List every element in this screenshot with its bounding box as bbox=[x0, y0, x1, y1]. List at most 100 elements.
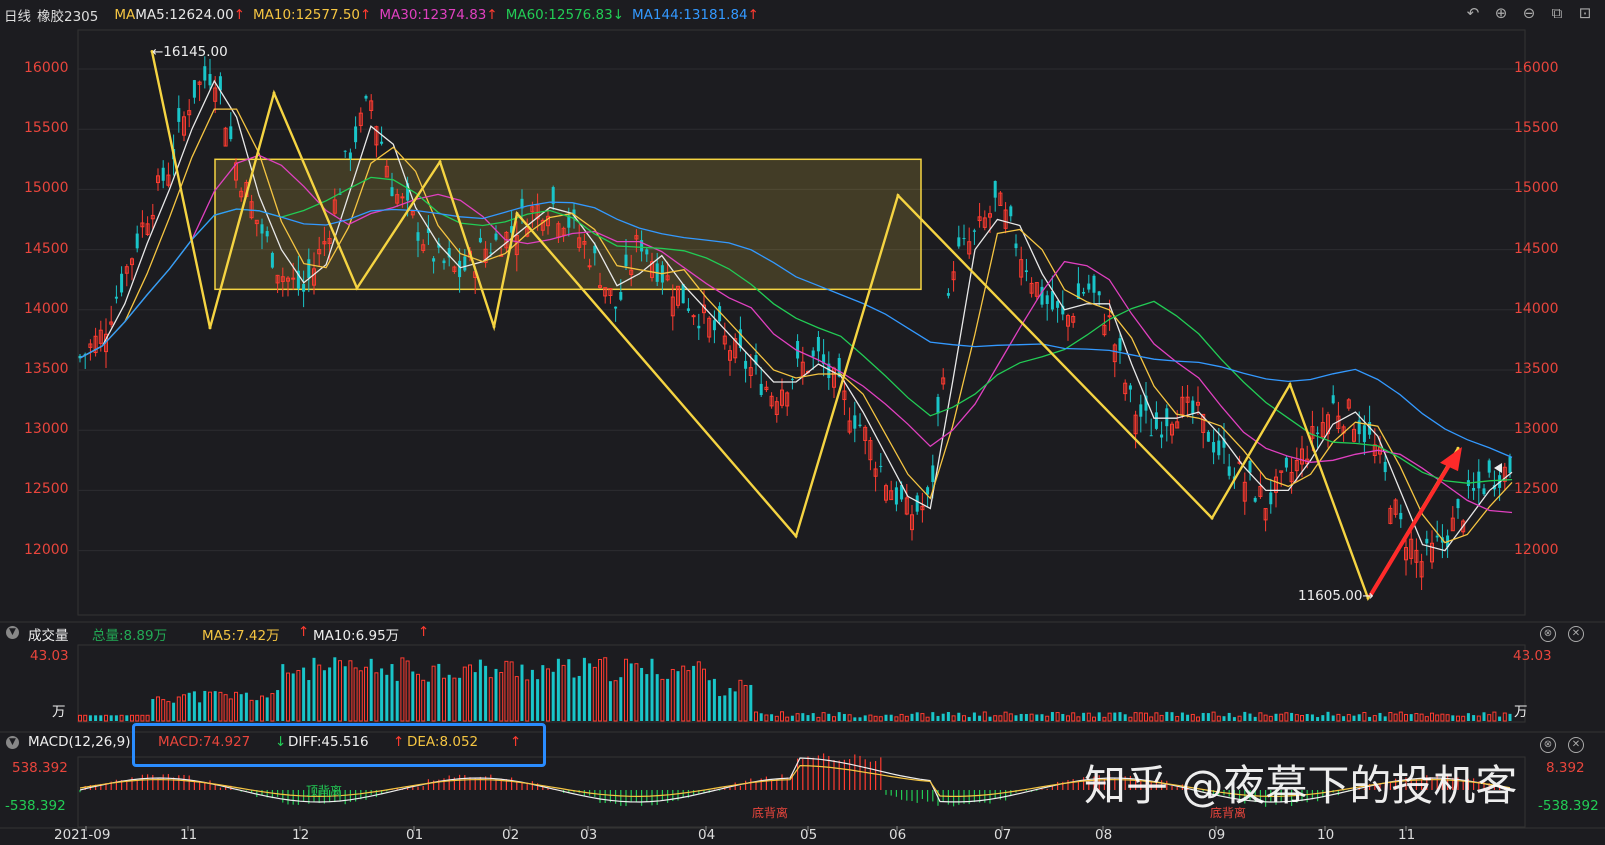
volume-panel-frame bbox=[77, 644, 1526, 723]
volume-bar bbox=[774, 715, 779, 722]
x-tick-1: 11 bbox=[180, 827, 198, 843]
candle-body bbox=[790, 378, 794, 380]
volume-bar bbox=[296, 670, 301, 722]
volume-bar bbox=[249, 699, 254, 722]
volume-bar bbox=[749, 684, 753, 721]
candle-body bbox=[1092, 275, 1096, 293]
volume-bar bbox=[1346, 714, 1351, 722]
volume-bar bbox=[811, 713, 815, 721]
dea-value: DEA:8.052 bbox=[407, 734, 479, 750]
volume-bar bbox=[1024, 714, 1028, 721]
volume-bar bbox=[899, 713, 904, 722]
candle-body bbox=[697, 325, 701, 329]
volume-bar bbox=[182, 694, 186, 722]
zigzag-pivot bbox=[355, 286, 359, 290]
x-tick-13: 11 bbox=[1398, 827, 1416, 843]
volume-bar bbox=[889, 714, 893, 721]
volume-bar bbox=[307, 680, 311, 721]
volume-bar bbox=[265, 697, 269, 721]
x-tick-0: 2021-09 bbox=[54, 827, 111, 843]
candle-body bbox=[260, 224, 264, 234]
volume-bar bbox=[1362, 711, 1367, 722]
volume-bar bbox=[343, 666, 347, 721]
volume-bar bbox=[488, 677, 493, 722]
volume-bar bbox=[1274, 713, 1278, 721]
volume-bar bbox=[172, 702, 176, 721]
candle-body bbox=[135, 233, 139, 249]
volume-bar bbox=[281, 664, 285, 721]
volume-collapse-icon[interactable]: ▼ bbox=[6, 626, 19, 639]
macd-settings-icon[interactable]: ⊗ bbox=[1540, 737, 1556, 753]
volume-bar bbox=[1336, 713, 1341, 722]
candle-body bbox=[1212, 442, 1216, 453]
volume-bar bbox=[317, 664, 322, 722]
volume-bar bbox=[421, 679, 426, 722]
volume-bar bbox=[832, 716, 836, 722]
volume-bar bbox=[718, 696, 722, 721]
volume-bar bbox=[868, 714, 873, 722]
volume-settings-icon[interactable]: ⊗ bbox=[1540, 626, 1556, 642]
volume-bar bbox=[967, 717, 971, 721]
volume-bar bbox=[1232, 717, 1236, 721]
volume-bar bbox=[135, 714, 140, 722]
volume-bar bbox=[405, 660, 410, 722]
candle-body bbox=[915, 495, 919, 512]
volume-bar bbox=[1237, 715, 1242, 722]
macd-collapse-icon[interactable]: ▼ bbox=[6, 736, 19, 749]
x-tick-7: 05 bbox=[800, 827, 818, 843]
candle-body bbox=[1383, 461, 1387, 473]
volume-bar bbox=[437, 663, 441, 721]
volume-bar bbox=[878, 716, 883, 722]
volume-bar bbox=[1061, 713, 1065, 721]
volume-bar bbox=[801, 713, 805, 721]
volume-bar bbox=[1113, 712, 1117, 721]
volume-unit-right: 万 bbox=[1514, 704, 1528, 720]
volume-bar bbox=[707, 680, 711, 721]
volume-bar bbox=[1086, 712, 1091, 722]
candle-body bbox=[1206, 431, 1210, 442]
volume-bar bbox=[462, 666, 467, 722]
zigzag-pivot bbox=[1288, 382, 1292, 386]
candle-body bbox=[416, 232, 420, 241]
volume-bar bbox=[1216, 715, 1221, 722]
candle-body bbox=[114, 296, 118, 299]
macd-bottom-left: -538.392 bbox=[5, 798, 66, 814]
volume-bar bbox=[286, 672, 290, 722]
kline-chart[interactable] bbox=[0, 0, 1605, 845]
macd-close-icon[interactable]: ✕ bbox=[1568, 737, 1584, 753]
candle-body bbox=[494, 233, 498, 240]
diff-arrow: ↓ bbox=[275, 734, 287, 750]
volume-bar bbox=[1409, 714, 1413, 721]
volume-bar bbox=[176, 696, 181, 722]
volume-bar bbox=[442, 677, 446, 722]
volume-bar bbox=[592, 666, 597, 722]
volume-bar bbox=[1352, 715, 1356, 721]
zigzag-pivot bbox=[1210, 516, 1214, 520]
volume-bar bbox=[1243, 711, 1247, 721]
volume-bar bbox=[525, 679, 530, 722]
x-tick-11: 09 bbox=[1208, 827, 1226, 843]
candle-body bbox=[229, 126, 233, 140]
candle-body bbox=[1482, 488, 1486, 495]
candle-body bbox=[1056, 301, 1060, 308]
volume-bar bbox=[1440, 713, 1445, 722]
volume-bar bbox=[738, 679, 743, 722]
price-tick-r-7: 12500 bbox=[1514, 481, 1559, 498]
volume-bar bbox=[203, 690, 207, 721]
volume-close-icon[interactable]: ✕ bbox=[1568, 626, 1584, 642]
volume-bar bbox=[795, 713, 800, 722]
volume-bar bbox=[1357, 714, 1361, 721]
volume-bar bbox=[1321, 715, 1325, 721]
volume-bar bbox=[509, 661, 514, 722]
candle-body bbox=[1154, 412, 1158, 429]
volume-bar bbox=[218, 691, 223, 722]
candle-body bbox=[1456, 499, 1460, 509]
candle-body bbox=[1248, 461, 1252, 473]
volume-bar bbox=[161, 699, 166, 722]
volume-bar bbox=[556, 658, 560, 721]
volume-bar bbox=[166, 701, 171, 722]
volume-bar bbox=[99, 715, 103, 721]
x-tick-10: 08 bbox=[1095, 827, 1113, 843]
price-tick-r-6: 13000 bbox=[1514, 421, 1559, 438]
volume-bar bbox=[821, 712, 826, 722]
